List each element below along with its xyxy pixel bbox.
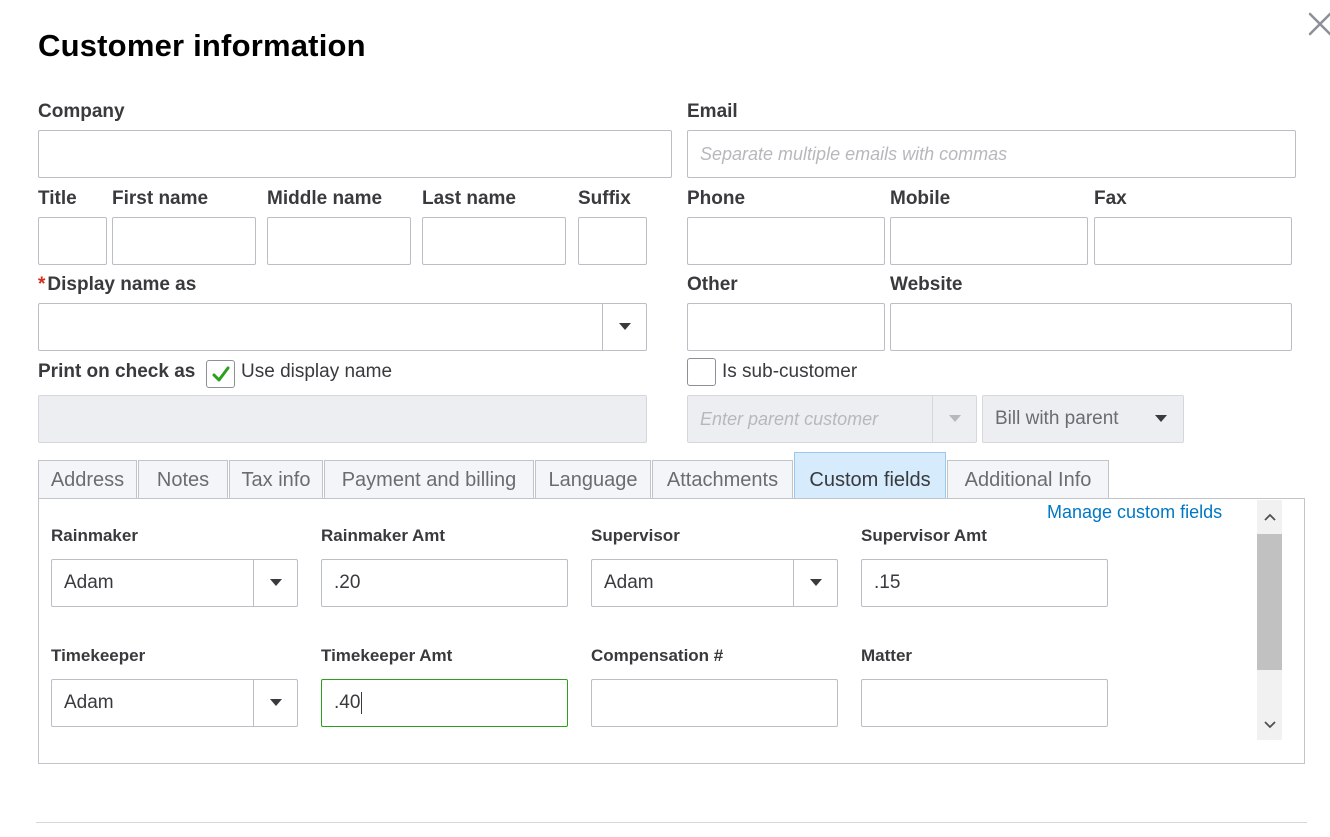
mobile-input[interactable] <box>890 217 1088 265</box>
supervisor-amt-label: Supervisor Amt <box>861 526 987 545</box>
parent-customer-placeholder: Enter parent customer <box>700 408 879 429</box>
bill-with-parent-label: Bill with parent <box>995 408 1119 429</box>
suffix-input[interactable] <box>578 217 647 265</box>
suffix-label: Suffix <box>578 188 631 209</box>
title-input[interactable] <box>38 217 107 265</box>
chevron-down-icon[interactable] <box>253 560 297 606</box>
company-input[interactable] <box>38 130 672 178</box>
tab-attachments[interactable]: Attachments <box>652 460 793 500</box>
tab-payment-and-billing[interactable]: Payment and billing <box>324 460 534 500</box>
checkmark-icon <box>212 366 229 382</box>
manage-custom-fields-link[interactable]: Manage custom fields <box>1047 502 1222 523</box>
email-input[interactable]: Separate multiple emails with commas <box>687 130 1296 178</box>
middle-name-label: Middle name <box>267 188 383 209</box>
email-label: Email <box>687 101 738 122</box>
chevron-down-icon[interactable] <box>253 680 297 726</box>
last-name-label: Last name <box>422 188 516 209</box>
timekeeper-select[interactable]: Adam <box>51 679 298 727</box>
timekeeper-amt-input[interactable]: .40 <box>321 679 568 727</box>
chevron-down-icon[interactable] <box>793 560 837 606</box>
phone-input[interactable] <box>687 217 885 265</box>
print-on-check-label: Print on check as <box>38 361 196 382</box>
other-input[interactable] <box>687 303 885 351</box>
print-on-check-input <box>38 395 647 443</box>
parent-customer-select: Enter parent customer <box>687 395 977 443</box>
phone-label: Phone <box>687 188 746 209</box>
supervisor-select[interactable]: Adam <box>591 559 838 607</box>
supervisor-value: Adam <box>604 572 654 593</box>
display-name-label: * Display name as <box>38 274 197 295</box>
matter-label: Matter <box>861 646 913 665</box>
tab-tax-info[interactable]: Tax info <box>229 460 323 500</box>
middle-name-input[interactable] <box>267 217 411 265</box>
first-name-label: First name <box>112 188 209 209</box>
matter-input[interactable] <box>861 679 1108 727</box>
close-icon[interactable] <box>1306 8 1330 38</box>
timekeeper-amt-value: .40 <box>334 692 361 713</box>
timekeeper-value: Adam <box>64 692 114 713</box>
dialog-title: Customer information <box>38 28 366 63</box>
tab-notes[interactable]: Notes <box>138 460 228 500</box>
tab-language[interactable]: Language <box>535 460 651 500</box>
tab-address[interactable]: Address <box>38 460 137 500</box>
website-input[interactable] <box>890 303 1292 351</box>
text-cursor <box>361 692 363 714</box>
scrollbar-thumb[interactable] <box>1257 534 1282 670</box>
is-sub-customer-label: Is sub-customer <box>722 361 858 382</box>
timekeeper-amt-label: Timekeeper Amt <box>321 646 453 665</box>
tab-custom-fields[interactable]: Custom fields <box>794 452 946 500</box>
use-display-name-checkbox[interactable] <box>206 360 235 388</box>
title-label: Title <box>38 188 77 209</box>
footer-divider <box>36 822 1307 823</box>
chevron-down-icon <box>1139 396 1183 442</box>
required-asterisk: * <box>38 274 46 295</box>
tab-additional-info[interactable]: Additional Info <box>947 460 1109 500</box>
rainmaker-amt-input[interactable]: .20 <box>321 559 568 607</box>
supervisor-amt-input[interactable]: .15 <box>861 559 1108 607</box>
website-label: Website <box>890 274 963 295</box>
bill-with-parent-select: Bill with parent <box>982 395 1184 443</box>
compensation-input[interactable] <box>591 679 838 727</box>
chevron-down-icon <box>932 396 976 442</box>
scroll-up-icon[interactable] <box>1257 500 1282 534</box>
rainmaker-select[interactable]: Adam <box>51 559 298 607</box>
rainmaker-amt-label: Rainmaker Amt <box>321 526 446 545</box>
use-display-name-label: Use display name <box>241 361 393 382</box>
mobile-label: Mobile <box>890 188 951 209</box>
fax-label: Fax <box>1094 188 1127 209</box>
scroll-down-icon[interactable] <box>1257 710 1282 740</box>
first-name-input[interactable] <box>112 217 256 265</box>
supervisor-label: Supervisor <box>591 526 680 545</box>
is-sub-customer-checkbox[interactable] <box>687 358 716 386</box>
last-name-input[interactable] <box>422 217 566 265</box>
chevron-down-icon[interactable] <box>602 304 646 350</box>
fax-input[interactable] <box>1094 217 1292 265</box>
display-name-select[interactable] <box>38 303 647 351</box>
compensation-label: Compensation # <box>591 646 724 665</box>
rainmaker-value: Adam <box>64 572 114 593</box>
company-label: Company <box>38 101 125 122</box>
rainmaker-label: Rainmaker <box>51 526 138 545</box>
other-label: Other <box>687 274 738 295</box>
timekeeper-label: Timekeeper <box>51 646 146 665</box>
